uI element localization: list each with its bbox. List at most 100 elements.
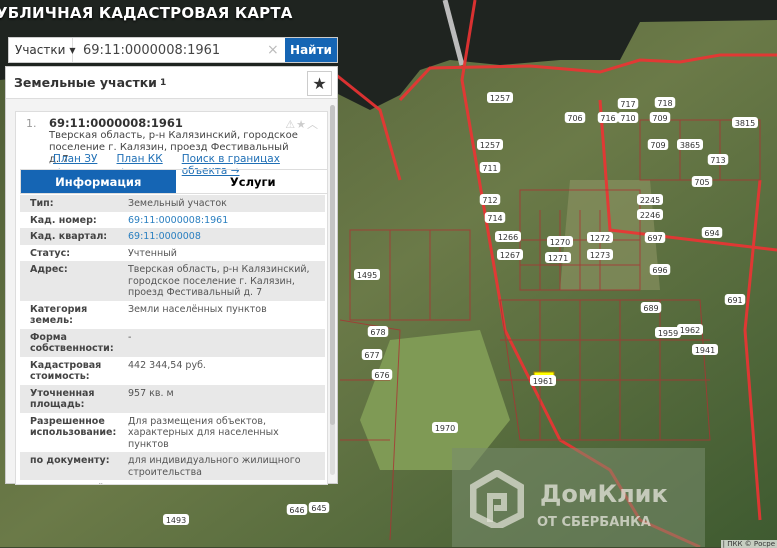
scrollbar-thumb[interactable] xyxy=(330,105,335,425)
app-title: УБЛИЧНАЯ КАДАСТРОВАЯ КАРТА xyxy=(0,4,293,22)
parcel-label[interactable]: 705 xyxy=(691,176,713,187)
svg-text:1273: 1273 xyxy=(590,251,610,260)
parcel-label[interactable]: 3865 xyxy=(677,139,703,150)
info-key: Тип: xyxy=(30,198,54,209)
result-card: 1. 69:11:0000008:1961 Тверская область, … xyxy=(15,111,328,485)
parcel-label[interactable]: 1271 xyxy=(545,252,571,263)
search-input[interactable]: 69:11:0000008:1961 xyxy=(73,38,267,62)
parcel-label[interactable]: 1941 xyxy=(692,344,718,355)
svg-text:710: 710 xyxy=(620,114,635,123)
clear-icon[interactable]: × xyxy=(267,38,285,62)
parcel-label[interactable]: 714 xyxy=(484,212,506,223)
parcel-label[interactable]: 1970 xyxy=(432,422,458,433)
svg-text:709: 709 xyxy=(652,114,667,123)
scrollbar[interactable] xyxy=(330,105,335,475)
parcel-label[interactable]: 691 xyxy=(724,294,746,305)
star-icon[interactable]: ★ xyxy=(296,118,307,131)
parcel-label[interactable]: 1493 xyxy=(163,514,189,525)
parcel-label[interactable]: 646 xyxy=(286,504,308,515)
info-key: Уточненная площадь: xyxy=(30,387,95,411)
info-row: Кад. квартал: 69:11:0000008 xyxy=(20,228,325,245)
svg-text:694: 694 xyxy=(704,229,719,238)
svg-text:696: 696 xyxy=(652,266,667,275)
parcel-label[interactable]: 711 xyxy=(479,162,501,173)
info-value[interactable]: 69:11:0000008 xyxy=(128,231,325,243)
parcel-label[interactable]: 710 xyxy=(617,112,639,123)
result-index: 1. xyxy=(26,117,37,130)
svg-text:697: 697 xyxy=(647,234,662,243)
parcel-label[interactable]: 678 xyxy=(367,326,389,337)
svg-text:713: 713 xyxy=(710,156,725,165)
parcel-label[interactable]: 1961 xyxy=(530,375,556,386)
parcel-label[interactable]: 1959 xyxy=(655,327,681,338)
parcel-label[interactable]: 676 xyxy=(371,369,393,380)
result-count: 1 xyxy=(159,77,167,88)
info-value: 442 344,54 руб. xyxy=(128,359,206,371)
warning-icon[interactable]: ⚠ xyxy=(285,118,296,131)
parcel-label[interactable]: 1273 xyxy=(587,249,613,260)
parcel-label[interactable]: 706 xyxy=(564,112,586,123)
parcel-label[interactable]: 709 xyxy=(649,112,671,123)
info-value: Земли населённых пунктов xyxy=(128,303,267,315)
watermark-sub: ОТ СБЕРБАНКА xyxy=(537,515,651,530)
parcel-label[interactable]: 1495 xyxy=(354,269,380,280)
info-key: Кадастровая стоимость: xyxy=(30,359,102,383)
find-button[interactable]: Найти xyxy=(285,38,337,62)
info-key: Категория земель: xyxy=(30,303,88,327)
result-cad-number[interactable]: 69:11:0000008:1961 xyxy=(49,116,183,130)
parcel-label[interactable]: 645 xyxy=(308,502,330,513)
info-value: Горелова Елена Валентиновна xyxy=(128,483,325,484)
parcel-label[interactable]: 1272 xyxy=(587,232,613,243)
parcel-label[interactable]: 694 xyxy=(701,227,723,238)
info-row: Адрес: Тверская область, р-н Калязинский,… xyxy=(20,261,325,301)
svg-text:718: 718 xyxy=(657,99,672,108)
info-key: Статус: xyxy=(30,247,71,259)
svg-text:691: 691 xyxy=(727,296,742,305)
svg-text:1495: 1495 xyxy=(357,271,377,280)
info-key: Кад. квартал: xyxy=(30,231,108,242)
svg-text:1271: 1271 xyxy=(548,254,568,263)
tabs: Информация Услуги xyxy=(20,169,328,194)
parcel-label[interactable]: 1257 xyxy=(487,92,513,103)
panel-title: Земельные участки xyxy=(14,75,157,90)
parcel-label[interactable]: 1257 xyxy=(477,139,503,150)
svg-text:1959: 1959 xyxy=(658,329,678,338)
parcel-label[interactable]: 717 xyxy=(617,98,639,109)
info-row: Кадастровая стоимость: 442 344,54 руб. xyxy=(20,357,325,385)
parcel-label[interactable]: 697 xyxy=(644,232,666,243)
svg-text:1270: 1270 xyxy=(550,238,570,247)
parcel-label[interactable]: 677 xyxy=(361,349,383,360)
svg-text:709: 709 xyxy=(650,141,665,150)
svg-text:2246: 2246 xyxy=(640,211,660,220)
info-key: по документу: xyxy=(30,455,110,466)
info-row: Статус: Учтенный xyxy=(20,245,325,262)
parcel-label[interactable]: 1270 xyxy=(547,236,573,247)
parcel-label[interactable]: 718 xyxy=(654,97,676,108)
svg-text:1961: 1961 xyxy=(533,377,553,386)
search-type-select[interactable]: Участки ▼ xyxy=(9,38,76,62)
search-type-label: Участки xyxy=(15,43,66,57)
info-value[interactable]: 69:11:0000008:1961 xyxy=(128,215,325,227)
svg-text:1257: 1257 xyxy=(480,141,500,150)
info-value: Тверская область, р-н Калязинский, город… xyxy=(128,264,310,298)
parcel-label[interactable]: 2245 xyxy=(637,194,663,205)
favorites-button[interactable]: ★ xyxy=(307,71,332,96)
parcel-label[interactable]: 689 xyxy=(640,302,662,313)
parcel-label[interactable]: 696 xyxy=(649,264,671,275)
parcel-label[interactable]: 713 xyxy=(707,154,729,165)
tab-info[interactable]: Информация xyxy=(21,170,176,193)
svg-text:1970: 1970 xyxy=(435,424,455,433)
parcel-label[interactable]: 709 xyxy=(647,139,669,150)
parcel-label[interactable]: 712 xyxy=(479,194,501,205)
parcel-label[interactable]: 1267 xyxy=(497,249,523,260)
info-value: 957 кв. м xyxy=(128,387,174,399)
chevron-up-icon[interactable]: ︿ xyxy=(307,118,319,131)
tab-services[interactable]: Услуги xyxy=(176,170,328,193)
parcel-label[interactable]: 716 xyxy=(597,112,619,123)
parcel-label[interactable]: 3815 xyxy=(732,117,758,128)
watermark-brand: ДомКлик xyxy=(540,480,668,508)
parcel-label[interactable]: 1266 xyxy=(495,231,521,242)
svg-text:716: 716 xyxy=(600,114,615,123)
domclick-logo-icon xyxy=(470,470,524,528)
parcel-label[interactable]: 2246 xyxy=(637,209,663,220)
